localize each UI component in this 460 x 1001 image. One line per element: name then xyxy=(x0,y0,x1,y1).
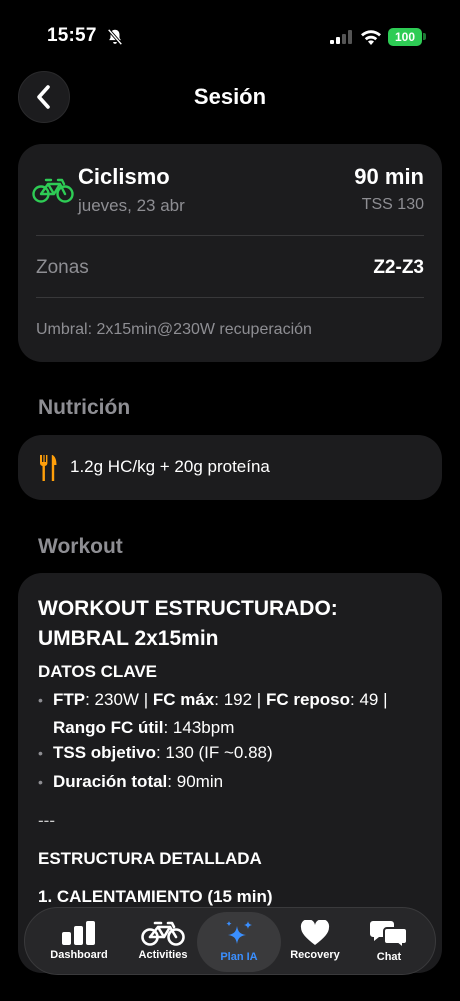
tab-label: Recovery xyxy=(290,949,340,961)
chat-bubbles-icon xyxy=(370,921,408,948)
duration-value: : 90min xyxy=(167,772,224,791)
step-heading: 1. CALENTAMIENTO (15 min) xyxy=(38,887,273,906)
zones-label: Zonas xyxy=(36,257,89,278)
tab-chat[interactable]: Chat xyxy=(347,912,431,972)
workout-section-title: Workout xyxy=(38,535,123,558)
fc-rest-value: : 49 | xyxy=(350,690,388,709)
heart-icon xyxy=(300,920,330,945)
battery-tip xyxy=(423,33,426,40)
bicycle-icon xyxy=(141,921,185,946)
signal-icon xyxy=(330,30,352,44)
duration-label: Duración total xyxy=(53,772,168,791)
wifi-icon xyxy=(361,30,381,45)
workout-title: WORKOUT ESTRUCTURADO: UMBRAL 2x15min xyxy=(38,594,428,654)
tss-label: TSS objetivo xyxy=(53,743,156,762)
fc-max-label: FC máx xyxy=(152,690,215,709)
list-item: TSS objetivo: 130 (IF ~0.88) xyxy=(38,739,433,767)
key-data-heading: DATOS CLAVE xyxy=(38,662,158,681)
session-card: Ciclismo jueves, 23 abr 90 min TSS 130 Z… xyxy=(18,144,442,362)
bar-chart-icon xyxy=(62,921,95,945)
tab-activities[interactable]: Activities xyxy=(121,912,205,972)
list-item: FTP: 230W | FC máx: 192 | FC reposo: 49 … xyxy=(38,686,433,742)
tab-label: Activities xyxy=(138,949,188,961)
status-bar: 15:57 100 xyxy=(0,0,460,70)
tab-label: Plan IA xyxy=(220,951,258,963)
ftp-label: FTP xyxy=(53,690,86,709)
tab-label: Chat xyxy=(376,951,402,963)
divider xyxy=(36,235,424,236)
tss-value: : 130 (IF ~0.88) xyxy=(155,743,273,762)
nutrition-section-title: Nutrición xyxy=(38,396,131,419)
nutrition-card: 1.2g HC/kg + 20g proteína xyxy=(18,435,442,500)
sport-name: Ciclismo xyxy=(78,164,170,189)
bell-slash-icon xyxy=(107,28,123,46)
battery-icon: 100 xyxy=(388,28,422,46)
workout-title-line: WORKOUT ESTRUCTURADO: xyxy=(38,597,338,620)
session-description: Umbral: 2x15min@230W recuperación xyxy=(36,321,312,338)
fc-max-value: : 192 | xyxy=(214,690,266,709)
tab-bar: Dashboard Activities Plan IA Recovery Ch… xyxy=(24,907,436,975)
tab-label: Dashboard xyxy=(50,949,108,961)
fc-rest-label: FC reposo xyxy=(265,690,350,709)
fc-range-value: : 143bpm xyxy=(163,718,235,737)
sparkles-icon xyxy=(226,921,252,944)
workout-title-line: UMBRAL 2x15min xyxy=(38,627,219,650)
tab-plan-ia[interactable]: Plan IA xyxy=(197,912,281,972)
divider xyxy=(36,297,424,298)
tab-dashboard[interactable]: Dashboard xyxy=(37,912,121,972)
bicycle-icon xyxy=(32,178,74,203)
separator: --- xyxy=(38,811,55,830)
page-title: Sesión xyxy=(193,84,267,109)
fc-range-label: Rango FC útil xyxy=(53,718,164,737)
nutrition-text: 1.2g HC/kg + 20g proteína xyxy=(70,457,270,476)
list-item: Duración total: 90min xyxy=(38,768,433,796)
zones-value: Z2-Z3 xyxy=(373,257,424,278)
tab-recovery[interactable]: Recovery xyxy=(273,912,357,972)
ftp-value: : 230W | xyxy=(85,690,153,709)
status-time: 15:57 xyxy=(47,25,97,46)
session-date: jueves, 23 abr xyxy=(78,196,185,215)
session-tss: TSS 130 xyxy=(361,196,424,213)
session-duration: 90 min xyxy=(354,164,424,189)
fork-knife-icon xyxy=(39,455,57,481)
structure-heading: ESTRUCTURA DETALLADA xyxy=(38,849,262,868)
